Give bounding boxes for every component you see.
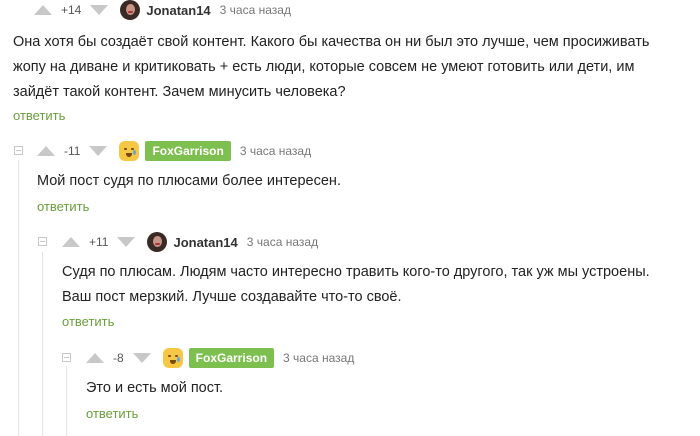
collapse-thread-button[interactable] [38,237,47,246]
upvote-arrow-icon[interactable] [34,5,52,15]
comment-text-line: зайдёт такой контент. Зачем минусить чел… [13,84,346,100]
comment-time[interactable]: 3 часа назад [220,3,291,17]
upvote-arrow-icon[interactable] [37,146,55,156]
downvote-arrow-icon[interactable] [90,5,109,15]
thread-line [66,366,67,436]
downvote-arrow-icon[interactable] [117,237,136,247]
downvote-arrow-icon[interactable] [89,146,108,156]
comment-time[interactable]: 3 часа назад [247,235,318,249]
comment-rating: -8 [113,351,124,365]
upvote-arrow-icon[interactable] [86,353,104,363]
comment-text: Судя по плюсам. Людям часто интересно тр… [62,260,650,310]
avatar[interactable] [162,348,183,368]
comment-rating: +11 [89,235,109,249]
reply-link[interactable]: ответить [13,108,65,123]
thread-line [18,160,19,436]
comment-rating: +14 [61,3,82,17]
reply-link[interactable]: ответить [37,199,89,214]
comment-text: Это и есть мой пост. [86,376,223,401]
comment-header: +14 Jonatan14 3 часа назад [34,0,291,22]
downvote-arrow-icon[interactable] [132,353,151,363]
reply-link[interactable]: ответить [62,314,114,329]
comment-text-line: Судя по плюсам. Людям часто интересно тр… [62,264,650,280]
thread-line [42,252,43,436]
reply-link[interactable]: ответить [86,406,138,421]
avatar[interactable] [119,141,140,161]
comment-text-line: Мой пост судя по плюсами более интересен… [37,173,341,189]
comment-header: +11 Jonatan14 3 часа назад [62,230,318,254]
collapse-thread-button[interactable] [14,146,23,155]
comment-rating: -11 [64,144,81,158]
collapse-thread-button[interactable] [62,353,71,362]
comment-text-line: Она хотя бы создаёт свой контент. Какого… [13,34,650,50]
comment-author[interactable]: Jonatan14 [173,235,237,250]
avatar[interactable] [120,0,141,20]
comment-text-line: Ваш пост мерзкий. Лучше создавайте что-т… [62,289,402,305]
comment-author[interactable]: FoxGarrison [188,348,275,368]
avatar[interactable] [147,232,168,252]
comment-author[interactable]: Jonatan14 [146,3,210,18]
upvote-arrow-icon[interactable] [62,237,80,247]
comment-author[interactable]: FoxGarrison [145,141,231,161]
comment-text: Она хотя бы создаёт свой контент. Какого… [13,30,649,105]
comment-text: Мой пост судя по плюсами более интересен… [37,169,341,194]
comment-text-line: жопу на диване и критиковать + есть люди… [13,59,635,75]
comment-time[interactable]: 3 часа назад [240,144,311,158]
comment-time[interactable]: 3 часа назад [283,351,354,365]
comment-text-line: Это и есть мой пост. [86,380,224,396]
comment-header: -11 FoxGarrison 3 часа назад [37,139,311,163]
comment-header: -8 FoxGarrison 3 часа назад [86,346,354,370]
